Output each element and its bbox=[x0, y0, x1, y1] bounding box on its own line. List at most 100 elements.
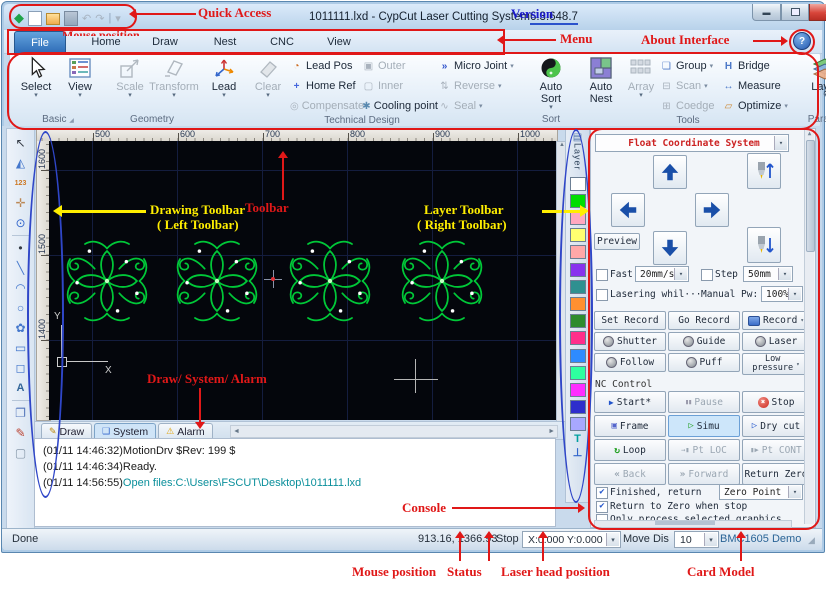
laser-position-caret-icon[interactable]: ▾ bbox=[606, 533, 619, 546]
undo-icon[interactable]: ↶ bbox=[82, 12, 91, 25]
pt-loc-button[interactable]: →▮ Pt LOC bbox=[668, 439, 740, 461]
circle-tool[interactable]: ○ bbox=[10, 298, 31, 318]
tab-nest[interactable]: Nest bbox=[202, 32, 248, 52]
coordinate-system-select[interactable]: Float Coordinate System ▾ bbox=[595, 134, 789, 152]
tab-home[interactable]: Home bbox=[82, 32, 130, 52]
pan-tool[interactable]: ✛ bbox=[10, 193, 31, 213]
jog-up-button[interactable] bbox=[653, 155, 687, 189]
jog-down-button[interactable] bbox=[653, 231, 687, 265]
frame-button[interactable]: ▣ Frame bbox=[594, 415, 666, 437]
scroll-thumb[interactable] bbox=[806, 140, 815, 252]
set-record-button[interactable]: Set Record bbox=[594, 311, 666, 330]
layer-color-swatch-3[interactable] bbox=[569, 211, 586, 226]
move-distance-caret-icon[interactable]: ▾ bbox=[704, 533, 717, 546]
redo-icon[interactable]: ↷ bbox=[95, 12, 104, 25]
save-file-icon[interactable] bbox=[64, 10, 78, 26]
go-record-button[interactable]: Go Record bbox=[668, 311, 740, 330]
resize-grip-icon[interactable]: ◢ bbox=[808, 535, 815, 546]
new-file-icon[interactable] bbox=[28, 10, 42, 26]
dry-cut-button[interactable]: ▷ Dry cut bbox=[742, 415, 810, 437]
lasering-checkbox[interactable] bbox=[596, 289, 608, 301]
layer-tab[interactable]: ▤ Layer bbox=[573, 130, 583, 174]
return-zero-button[interactable]: Return Zero bbox=[742, 463, 810, 485]
measure-button[interactable]: ↔ Measure bbox=[722, 78, 796, 94]
restore-button[interactable] bbox=[781, 4, 809, 21]
finished-return-select[interactable]: Zero Point ▾ bbox=[719, 484, 803, 500]
group-tool[interactable]: ❐ bbox=[10, 403, 31, 423]
arc-tool[interactable]: ◠ bbox=[10, 278, 31, 298]
scroll-up-icon[interactable]: ▲ bbox=[808, 130, 812, 137]
close-button[interactable]: ✕ bbox=[809, 4, 826, 21]
lead-button[interactable]: Lead ▾ bbox=[202, 54, 246, 99]
layer-color-swatch-11[interactable] bbox=[569, 348, 586, 363]
layer-color-swatch-10[interactable] bbox=[569, 331, 586, 346]
text-tool[interactable]: A bbox=[10, 378, 31, 398]
layer-color-swatch-14[interactable] bbox=[569, 400, 586, 415]
home-ref-button[interactable]: + Home Ref bbox=[290, 78, 362, 94]
simu-button[interactable]: ▷ Simu bbox=[668, 415, 740, 437]
layer-color-swatch-5[interactable] bbox=[569, 245, 586, 260]
clear-button[interactable]: Clear ▾ bbox=[246, 54, 290, 99]
transform-button[interactable]: Transform ▾ bbox=[149, 54, 199, 99]
pause-button[interactable]: ▮▮ Pause bbox=[668, 391, 740, 413]
tab-draw-view[interactable]: ✎ Draw bbox=[41, 423, 93, 439]
move-distance-select[interactable]: 10 ▾ bbox=[674, 531, 719, 548]
follow-button[interactable]: Follow bbox=[594, 353, 666, 372]
return-zero-checkbox[interactable]: ✔ bbox=[596, 501, 608, 513]
layer-color-swatch-8[interactable] bbox=[569, 297, 586, 312]
scroll-left-icon[interactable]: ◄ bbox=[233, 428, 240, 435]
z-down-button[interactable] bbox=[747, 227, 781, 263]
rect-tool[interactable]: ▭ bbox=[10, 338, 31, 358]
loop-button[interactable]: ↻ Loop bbox=[594, 439, 666, 461]
app-logo-icon[interactable]: ◆ bbox=[14, 11, 24, 25]
numbering-tool[interactable]: 123 bbox=[10, 173, 31, 193]
reverse-button[interactable]: ⇅ Reverse ▾ bbox=[438, 78, 522, 94]
laser-button[interactable]: Laser bbox=[742, 332, 810, 351]
node-edit-tool[interactable]: ◭ bbox=[10, 153, 31, 173]
open-file-icon[interactable] bbox=[46, 13, 60, 25]
outer-button[interactable]: ▣ Outer bbox=[362, 58, 438, 74]
laser-head-position-select[interactable]: X:0.000 Y:0.000 ▾ bbox=[522, 531, 621, 548]
stop-button[interactable]: ✖ Stop bbox=[742, 391, 810, 413]
coordinate-system-caret-icon[interactable]: ▾ bbox=[774, 136, 787, 150]
array-button[interactable]: Array ▾ bbox=[622, 54, 660, 99]
line-tool[interactable]: ╲ bbox=[10, 258, 31, 278]
align-top-tool[interactable]: T bbox=[574, 434, 581, 445]
fast-speed-select[interactable]: 20mm/s ▾ bbox=[635, 266, 689, 282]
record-button[interactable]: Record ▾ bbox=[742, 311, 810, 330]
tab-alarm-log[interactable]: ⚠ Alarm bbox=[158, 423, 213, 439]
bridge-button[interactable]: H Bridge bbox=[722, 58, 796, 74]
dialog-launcher-icon[interactable]: ◢ bbox=[69, 118, 74, 124]
layer-button[interactable]: Layer ▾ bbox=[802, 54, 826, 99]
customize-quick-access-icon[interactable]: ▾ bbox=[115, 12, 121, 25]
ornament-pattern-4[interactable] bbox=[398, 237, 486, 325]
layer-color-swatch-4[interactable] bbox=[569, 228, 586, 243]
preview-button[interactable]: Preview bbox=[594, 233, 640, 250]
micro-joint-button[interactable]: » Micro Joint ▾ bbox=[438, 58, 522, 74]
tab-system-log[interactable]: ❑ System bbox=[94, 423, 157, 439]
cooling-point-button[interactable]: ✱ Cooling point bbox=[362, 98, 438, 114]
polygon-tool[interactable]: ✿ bbox=[10, 318, 31, 338]
layer-color-swatch-6[interactable] bbox=[569, 262, 586, 277]
layer-color-swatch-7[interactable] bbox=[569, 279, 586, 294]
layer-color-swatch-9[interactable] bbox=[569, 314, 586, 329]
step-size-select[interactable]: 50mm ▾ bbox=[743, 266, 793, 282]
tab-draw[interactable]: Draw bbox=[142, 32, 188, 52]
doc-tab-scrollbar[interactable]: ◄ ► bbox=[230, 425, 558, 438]
ornament-pattern-2[interactable] bbox=[173, 237, 261, 325]
group-button[interactable]: ❏ Group ▾ bbox=[660, 58, 722, 74]
minimize-button[interactable]: ▬ bbox=[752, 4, 781, 21]
back-button[interactable]: «Back bbox=[594, 463, 666, 485]
roundrect-tool[interactable]: ◻ bbox=[10, 358, 31, 378]
panel-vertical-scrollbar[interactable]: ▲ bbox=[804, 130, 815, 524]
select-tool[interactable]: ↖ bbox=[10, 133, 31, 153]
z-up-button[interactable] bbox=[747, 153, 781, 189]
tab-cnc[interactable]: CNC bbox=[260, 32, 304, 52]
align-bottom-tool[interactable]: ⊥ bbox=[573, 448, 583, 459]
seal-button[interactable]: ∿ Seal ▾ bbox=[438, 98, 522, 114]
shutter-button[interactable]: Shutter bbox=[594, 332, 666, 351]
jog-left-button[interactable] bbox=[611, 193, 645, 227]
pt-cont-button[interactable]: ▮▶ Pt CONT bbox=[742, 439, 810, 461]
jog-right-button[interactable] bbox=[695, 193, 729, 227]
manual-power-select[interactable]: 100% ▾ bbox=[761, 286, 803, 302]
